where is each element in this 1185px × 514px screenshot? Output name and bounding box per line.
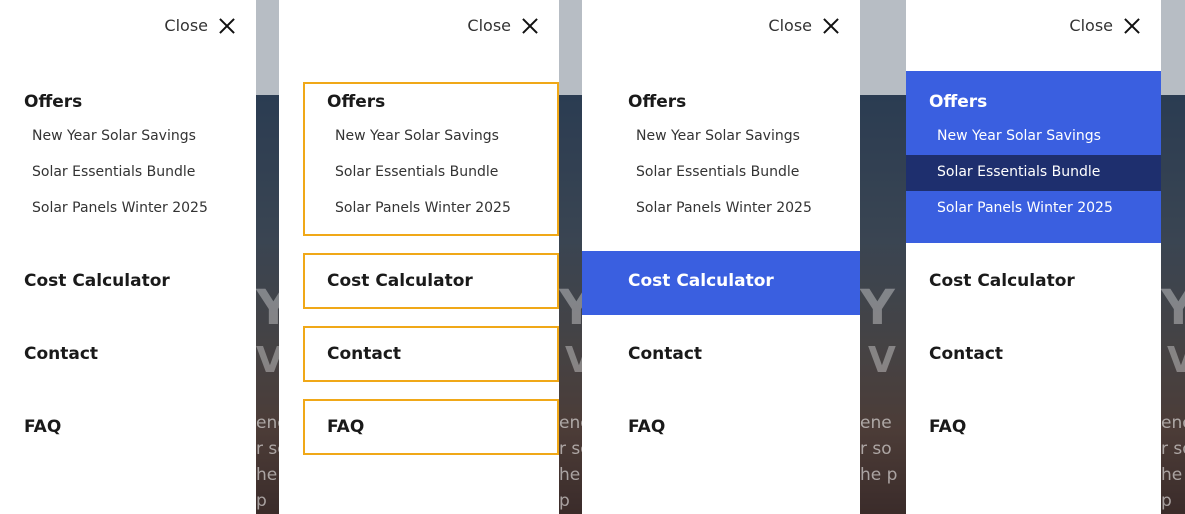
submenu-item-solar-essentials-bundle[interactable]: Solar Essentials Bundle (906, 155, 1161, 191)
menu-item-cost-calculator[interactable]: Cost Calculator (303, 253, 559, 309)
submenu-item-new-year-solar-savings[interactable]: New Year Solar Savings (32, 128, 196, 144)
submenu-item-solar-panels-winter-2025[interactable]: Solar Panels Winter 2025 (335, 200, 511, 216)
menu-item-faq[interactable]: FAQ (582, 399, 860, 455)
submenu-item-solar-essentials-bundle[interactable]: Solar Essentials Bundle (32, 164, 195, 180)
menu-item-label: Contact (327, 344, 402, 364)
menu-item-contact[interactable]: Contact (582, 326, 860, 382)
mobile-menu-drawer: Close Offers New Year Solar Savings Sola… (582, 0, 860, 514)
menu-item-label: Contact (929, 344, 1004, 364)
menu-group-offers: Offers New Year Solar Savings Solar Esse… (582, 82, 860, 236)
submenu-item-new-year-solar-savings[interactable]: New Year Solar Savings (636, 128, 800, 144)
menu-item-offers[interactable]: Offers (628, 92, 686, 112)
close-icon (822, 17, 840, 35)
close-icon (521, 17, 539, 35)
menu-item-contact[interactable]: Contact (303, 326, 559, 382)
menu-item-cost-calculator[interactable]: Cost Calculator (582, 251, 860, 315)
close-label: Close (768, 16, 812, 35)
submenu-item-solar-panels-winter-2025[interactable]: Solar Panels Winter 2025 (32, 200, 208, 216)
mobile-menu-drawer: Close Offers New Year Solar Savings Sola… (1, 0, 256, 514)
close-button[interactable]: Close (1069, 16, 1141, 35)
menu-item-faq[interactable]: FAQ (906, 399, 1161, 455)
close-icon (1123, 17, 1141, 35)
menu-item-label: FAQ (628, 417, 666, 437)
menu-item-cost-calculator[interactable]: Cost Calculator (1, 253, 256, 309)
menu-item-label: FAQ (929, 417, 967, 437)
close-button[interactable]: Close (768, 16, 840, 35)
submenu-item-new-year-solar-savings[interactable]: New Year Solar Savings (335, 128, 499, 144)
menu-item-contact[interactable]: Contact (1, 326, 256, 382)
menu-item-contact[interactable]: Contact (906, 326, 1161, 382)
background-page: Y V ener sohe p (256, 0, 279, 514)
mobile-menu-drawer: Close Offers New Year Solar Savings Sola… (906, 0, 1161, 514)
menu-item-faq[interactable]: FAQ (1, 399, 256, 455)
menu-item-label: Cost Calculator (929, 271, 1075, 291)
menu-item-label: FAQ (24, 417, 62, 437)
menu-item-label: Cost Calculator (628, 271, 774, 291)
close-label: Close (1069, 16, 1113, 35)
menu-group-offers: Offers New Year Solar Savings Solar Esse… (906, 71, 1161, 243)
menu-group-offers: Offers New Year Solar Savings Solar Esse… (1, 82, 256, 236)
close-button[interactable]: Close (467, 16, 539, 35)
menu-item-label: Contact (628, 344, 703, 364)
menu-item-faq[interactable]: FAQ (303, 399, 559, 455)
submenu-item-solar-panels-winter-2025[interactable]: Solar Panels Winter 2025 (636, 200, 812, 216)
menu-item-label: Cost Calculator (327, 271, 473, 291)
background-page: Y V ener sohe p (559, 0, 582, 514)
background-page: Y V ener sohe p (860, 0, 906, 514)
close-icon (218, 17, 236, 35)
submenu-item-new-year-solar-savings[interactable]: New Year Solar Savings (937, 128, 1101, 144)
menu-item-label: Cost Calculator (24, 271, 170, 291)
submenu-item-solar-essentials-bundle[interactable]: Solar Essentials Bundle (335, 164, 498, 180)
background-page: Y V ener sohe p (1161, 0, 1185, 514)
menu-item-offers[interactable]: Offers (929, 92, 987, 112)
menu-group-offers[interactable]: Offers New Year Solar Savings Solar Esse… (303, 82, 559, 236)
menu-item-cost-calculator[interactable]: Cost Calculator (906, 253, 1161, 309)
close-label: Close (467, 16, 511, 35)
menu-item-offers[interactable]: Offers (327, 92, 385, 112)
submenu-item-solar-essentials-bundle[interactable]: Solar Essentials Bundle (636, 164, 799, 180)
menu-item-offers[interactable]: Offers (24, 92, 82, 112)
close-button[interactable]: Close (164, 16, 236, 35)
close-label: Close (164, 16, 208, 35)
menu-item-label: Contact (24, 344, 99, 364)
mobile-menu-drawer: Close Offers New Year Solar Savings Sola… (279, 0, 559, 514)
menu-item-label: FAQ (327, 417, 365, 437)
submenu-item-solar-panels-winter-2025[interactable]: Solar Panels Winter 2025 (937, 200, 1113, 216)
